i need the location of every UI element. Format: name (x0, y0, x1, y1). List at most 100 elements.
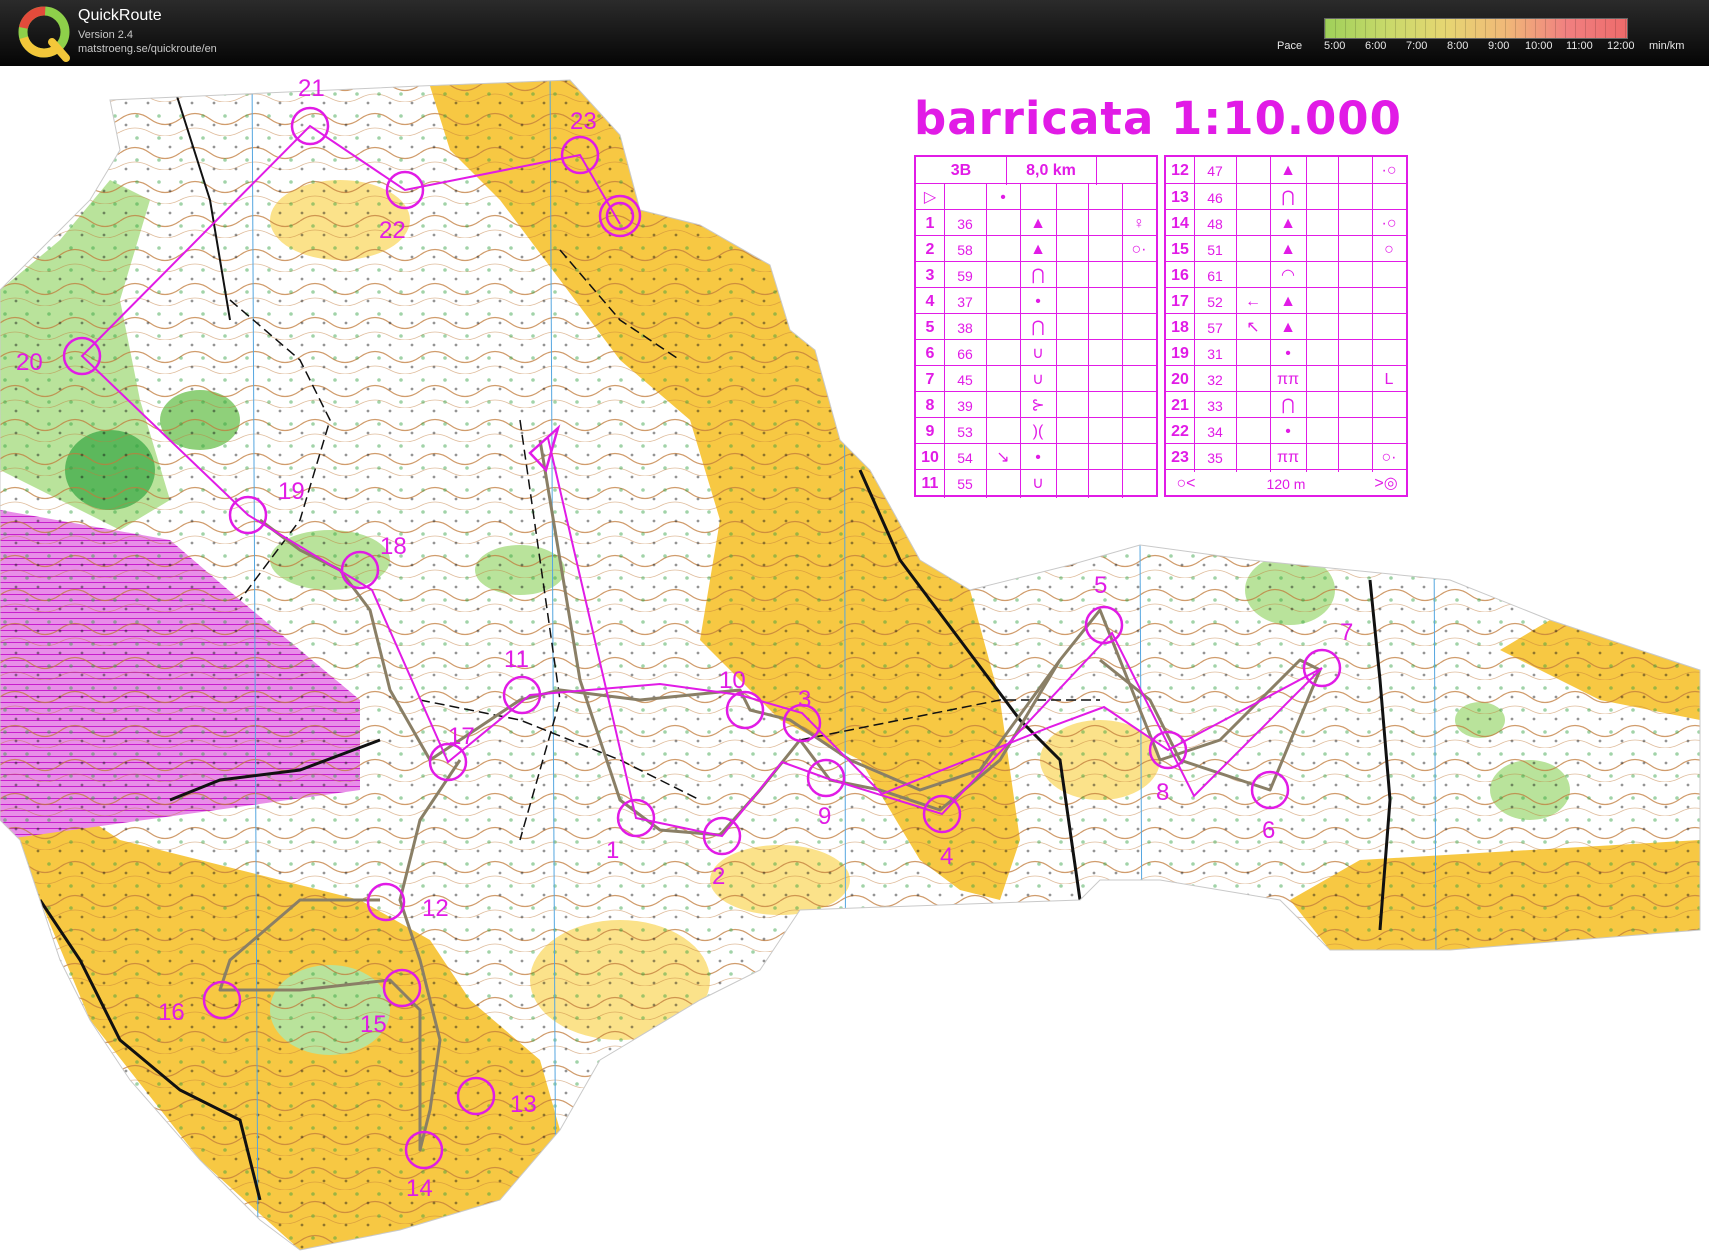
grid-line (1338, 392, 1339, 420)
grid-line (986, 288, 987, 316)
desc-cell: 9 (925, 423, 935, 440)
control-number: 22 (379, 217, 406, 244)
grid-line (1338, 157, 1339, 185)
desc-cell: 33 (1207, 398, 1223, 414)
control-number: 14 (406, 1175, 433, 1202)
grid-line (1088, 470, 1089, 498)
desc-cell: 19 (1171, 345, 1189, 362)
quickroute-header: QuickRoute Version 2.4 matstroeng.se/qui… (0, 0, 1709, 66)
control-number: 21 (298, 75, 325, 102)
pace-tick: 7:00 (1406, 40, 1428, 52)
desc-row: 8 39 ⊱ (916, 391, 1156, 420)
grid-line (1372, 184, 1373, 212)
orienteering-map[interactable]: 1234567891011121314151617181920212223 (0, 66, 1709, 1254)
control-number: 8 (1156, 779, 1169, 806)
app-url[interactable]: matstroeng.se/quickroute/en (78, 43, 217, 55)
desc-cell: 46 (1207, 190, 1223, 206)
desc-cell: ππ (1276, 449, 1300, 466)
desc-cell: ○ (1384, 241, 1394, 258)
control-number: 15 (360, 1011, 387, 1038)
grid-line (1056, 340, 1057, 368)
control-description-right: 12 47 ▲ ·○ 13 46 ⋂ 14 48 ▲ ·○ 15 51 ▲ ○ 16 61 ◠ 17 52 ← ▲ 18 57… (1164, 155, 1408, 497)
grid-line (1194, 366, 1195, 394)
desc-row: 2 58 ▲ ○· (916, 235, 1156, 264)
desc-cell: ⋂ (1031, 319, 1045, 336)
control-number: 5 (1094, 572, 1107, 599)
control-number: 19 (278, 478, 305, 505)
desc-start-row: ▷ • (916, 183, 1156, 212)
desc-cell: ∪ (1032, 345, 1044, 362)
grid-line (1338, 418, 1339, 446)
grid-line (1306, 157, 1307, 185)
pace-tick: 10:00 (1525, 40, 1553, 52)
grid-line (1194, 236, 1195, 264)
desc-cell (986, 418, 1020, 446)
desc-cell (986, 262, 1020, 290)
grid-line (1236, 210, 1237, 238)
control-number: 20 (16, 349, 43, 376)
grid-line (1122, 262, 1123, 290)
desc-cell: ⊱ (1031, 397, 1045, 414)
grid-line (1338, 444, 1339, 472)
start-symbol-icon: ▷ (923, 189, 937, 206)
grid-line (986, 210, 987, 238)
grid-line (1122, 470, 1123, 498)
grid-line (1270, 444, 1271, 472)
grid-line (1194, 418, 1195, 446)
pace-unit: min/km (1649, 40, 1685, 52)
grid-line (1088, 366, 1089, 394)
desc-cell (1122, 444, 1156, 472)
desc-row: 23 35 ππ ○· (1166, 443, 1406, 472)
desc-cell: 38 (957, 320, 973, 336)
grid-line (1236, 392, 1237, 420)
desc-cell: 17 (1171, 293, 1189, 310)
control-description-left: 3B 8,0 km ▷ • 1 36 ▲ ♀ 2 58 ▲ ○· 3 59 ⋂ 4 37 • 5 38 ⋂ 6 66 ∪ 7 45… (914, 155, 1158, 498)
desc-cell: 31 (1207, 346, 1223, 362)
desc-cell: ▲ (1280, 293, 1296, 310)
grid-line (986, 236, 987, 264)
desc-row: 12 47 ▲ ·○ (1166, 157, 1406, 185)
grid-line (1194, 288, 1195, 316)
grid-line (1372, 262, 1373, 290)
grid-line (1020, 392, 1021, 420)
desc-cell (1372, 288, 1406, 316)
grid-line (1122, 210, 1123, 238)
desc-cell: 34 (1207, 424, 1223, 440)
grid-line (1306, 340, 1307, 368)
grid-line (1194, 340, 1195, 368)
desc-cell: 5 (925, 319, 935, 336)
grid-line (1020, 236, 1021, 264)
grid-line (1122, 418, 1123, 446)
desc-cell: ·○ (1381, 162, 1397, 179)
grid-line (1338, 210, 1339, 238)
desc-cell (1372, 262, 1406, 290)
desc-row: 20 32 ππ L (1166, 365, 1406, 394)
desc-cell: 3B (950, 162, 972, 179)
desc-cell: 37 (957, 294, 973, 310)
grid-line (944, 470, 945, 498)
desc-cell (1122, 418, 1156, 446)
desc-cell (1122, 366, 1156, 394)
grid-line (1372, 418, 1373, 446)
desc-row: 7 45 ∪ (916, 365, 1156, 394)
desc-cell (1236, 157, 1270, 185)
grid-line (1306, 314, 1307, 342)
grid-line (944, 236, 945, 264)
desc-cell (986, 314, 1020, 342)
desc-cell: ⋂ (1281, 189, 1295, 206)
desc-cell (986, 470, 1020, 498)
desc-row: 22 34 • (1166, 417, 1406, 446)
grid-line (1306, 392, 1307, 420)
grid-line (1056, 262, 1057, 290)
desc-cell: • (1285, 345, 1291, 362)
desc-cell: 21 (1171, 397, 1189, 414)
grid-line (1270, 340, 1271, 368)
grid-line (1270, 184, 1271, 212)
grid-line (1338, 288, 1339, 316)
desc-cell (986, 366, 1020, 394)
desc-row: 3 59 ⋂ (916, 261, 1156, 290)
desc-cell: ⋂ (1031, 267, 1045, 284)
app-version: Version 2.4 (78, 29, 134, 41)
grid-line (1088, 314, 1089, 342)
pace-tick: 5:00 (1324, 40, 1346, 52)
